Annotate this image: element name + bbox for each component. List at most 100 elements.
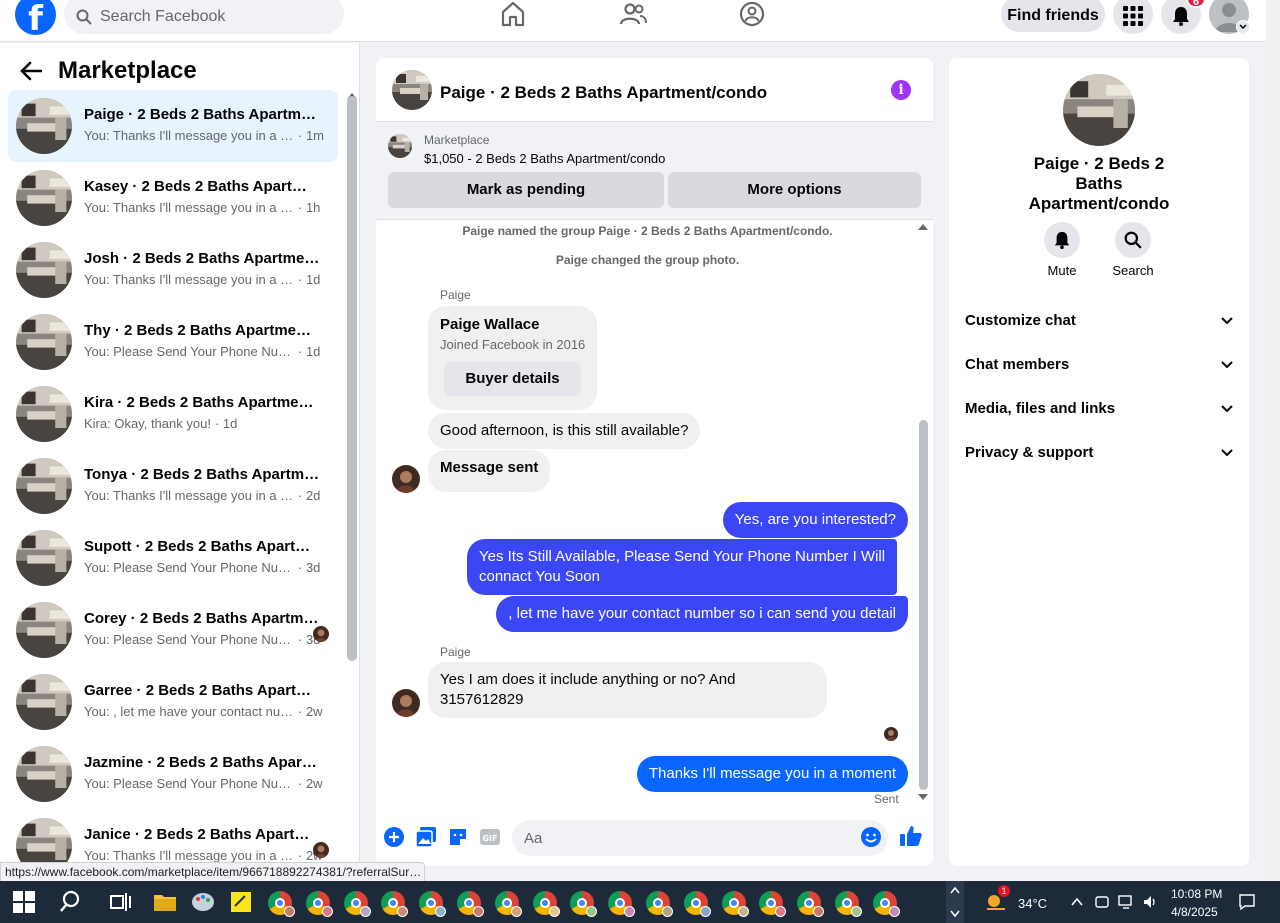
outgoing-message[interactable]: Thanks I'll message you in a moment xyxy=(636,756,908,792)
mark-as-pending-button[interactable]: Mark as pending xyxy=(388,172,664,208)
chrome-taskbar-icon[interactable] xyxy=(305,891,333,917)
meet-now-icon[interactable] xyxy=(1094,894,1110,910)
conversation-item[interactable]: Corey · 2 Beds 2 Baths Apartment/condo Yo… xyxy=(8,594,338,666)
outgoing-message[interactable]: Yes, are you interested? xyxy=(722,502,908,538)
buyer-profile-card: Paige Wallace Joined Facebook in 2016 Bu… xyxy=(428,306,597,410)
home-icon[interactable] xyxy=(499,0,527,28)
chrome-taskbar-icon[interactable] xyxy=(268,891,295,917)
chrome-taskbar-icon[interactable] xyxy=(419,891,447,917)
page-scrollbar[interactable] xyxy=(1266,0,1280,880)
chrome-taskbar-icon[interactable] xyxy=(532,891,560,917)
chrome-taskbar-icon[interactable] xyxy=(797,891,825,917)
sender-avatar[interactable] xyxy=(392,465,420,493)
chrome-taskbar-icon[interactable] xyxy=(570,891,598,917)
buyer-details-button[interactable]: Buyer details xyxy=(444,362,581,396)
notification-center-icon[interactable] xyxy=(1238,893,1256,911)
groups-icon[interactable] xyxy=(738,0,766,28)
chat-avatar[interactable] xyxy=(392,70,432,110)
chat-scroll-up-icon[interactable] xyxy=(918,224,928,230)
group-photo[interactable] xyxy=(1063,74,1135,146)
sidebar-header: Marketplace xyxy=(20,57,197,85)
chat-scrollbar[interactable] xyxy=(919,420,928,790)
conversation-item[interactable]: Thy · 2 Beds 2 Baths Apartment/condo You:… xyxy=(8,306,338,378)
chat-title[interactable]: Paige · 2 Beds 2 Baths Apartment/condo xyxy=(440,83,767,103)
chat-members-section[interactable]: Chat members xyxy=(965,356,1233,373)
chrome-taskbar-icon[interactable] xyxy=(721,891,749,917)
chrome-taskbar-icon[interactable] xyxy=(835,891,862,917)
sticky-notes-icon[interactable] xyxy=(228,889,254,915)
emoji-icon[interactable] xyxy=(860,826,882,848)
conversation-item[interactable]: Garree · 2 Beds 2 Baths Apartment/condo Y… xyxy=(8,666,338,738)
buyer-joined: Joined Facebook in 2016 xyxy=(440,337,586,352)
sidebar-scrollbar[interactable] xyxy=(347,96,357,661)
conversation-item[interactable]: Paige · 2 Beds 2 Baths Apartment/condo Yo… xyxy=(8,90,338,162)
conversation-item[interactable]: Supott · 2 Beds 2 Baths Apartment/condo Y… xyxy=(8,522,338,594)
gif-icon[interactable]: GIF xyxy=(479,826,501,848)
search-conversation-button[interactable]: Search xyxy=(1103,222,1163,278)
chrome-taskbar-icon[interactable] xyxy=(759,891,787,917)
conversation-item[interactable]: Kasey · 2 Beds 2 Baths Apartment/condo Yo… xyxy=(8,162,338,234)
listing-thumbnail[interactable] xyxy=(388,134,412,158)
info-icon[interactable]: i xyxy=(891,80,911,100)
mute-button[interactable]: Mute xyxy=(1032,222,1092,278)
account-chevron-icon[interactable] xyxy=(1236,20,1250,34)
temperature[interactable]: 34°C xyxy=(1018,896,1047,911)
clock-time[interactable]: 10:08 PM xyxy=(1171,887,1222,901)
photo-icon[interactable] xyxy=(415,826,437,848)
conversation-item[interactable]: Kira · 2 Beds 2 Baths Apartment/condo Kir… xyxy=(8,378,338,450)
conversation-item[interactable]: Josh · 2 Beds 2 Baths Apartment/condo You… xyxy=(8,234,338,306)
media-files-links-section[interactable]: Media, files and links xyxy=(965,400,1233,417)
incoming-message[interactable]: Message sent xyxy=(428,450,551,492)
chrome-taskbar-icon[interactable] xyxy=(457,891,484,917)
chat-scroll-down-icon[interactable] xyxy=(918,794,928,800)
conversation-snippet-row: Kira: Okay, thank you! · 1d xyxy=(84,416,328,431)
taskbar-scroll[interactable] xyxy=(946,881,964,923)
message-input[interactable] xyxy=(512,820,888,856)
customize-chat-section[interactable]: Customize chat xyxy=(965,312,1233,329)
chrome-taskbar-icon[interactable] xyxy=(683,891,711,917)
chrome-taskbar-icon[interactable] xyxy=(646,891,673,917)
menu-button[interactable] xyxy=(1113,0,1153,34)
chrome-taskbar-icon[interactable] xyxy=(343,891,371,917)
paint-app-icon[interactable] xyxy=(190,889,216,915)
seen-receipt-avatar xyxy=(884,727,898,741)
clock-date[interactable]: 4/8/2025 xyxy=(1171,905,1218,919)
search-facebook-box[interactable]: Search Facebook xyxy=(64,0,344,34)
sender-avatar[interactable] xyxy=(392,689,420,717)
chrome-taskbar-icon[interactable] xyxy=(608,891,636,917)
sticker-icon[interactable] xyxy=(447,826,469,848)
incoming-message[interactable]: Good afternoon, is this still available? xyxy=(428,413,701,449)
chevron-up-icon[interactable] xyxy=(1070,895,1084,909)
conversation-snippet-row: You: , let me have your contact number · … xyxy=(84,704,328,719)
chrome-taskbar-icon[interactable] xyxy=(494,891,522,917)
facebook-logo-icon[interactable]: f xyxy=(15,0,56,35)
file-explorer-icon[interactable] xyxy=(152,889,178,915)
incoming-message[interactable]: Yes I am does it include anything or no?… xyxy=(428,662,827,718)
task-view-icon[interactable] xyxy=(108,889,134,915)
chrome-taskbar-icon[interactable] xyxy=(381,891,409,917)
network-icon[interactable] xyxy=(1118,894,1136,910)
thumbs-up-icon[interactable] xyxy=(899,824,923,848)
chrome-taskbar-icon[interactable] xyxy=(872,891,900,917)
outgoing-message[interactable]: , let me have your contact number so i c… xyxy=(496,596,908,632)
conversation-item[interactable]: Tonya · 2 Beds 2 Baths Apartment/condo Yo… xyxy=(8,450,338,522)
privacy-support-section[interactable]: Privacy & support xyxy=(965,444,1233,461)
windows-start-icon[interactable] xyxy=(13,891,35,913)
chevron-down-icon xyxy=(1221,404,1233,412)
find-friends-button[interactable]: Find friends xyxy=(1001,0,1105,32)
back-arrow-icon[interactable] xyxy=(20,61,42,81)
conversation-snippet: You: Thanks I'll message you in a moment xyxy=(84,848,294,863)
conversation-title: Thy · 2 Beds 2 Baths Apartment/condo xyxy=(84,322,320,339)
chrome-profile-dot xyxy=(548,906,560,917)
conversation-item[interactable]: Jazmine · 2 Beds 2 Baths Apartment/condo… xyxy=(8,738,338,810)
svg-text:GIF: GIF xyxy=(482,834,497,843)
conversation-time: · 1d xyxy=(298,272,321,287)
friends-icon[interactable] xyxy=(619,0,647,28)
listing-price-title[interactable]: $1,050 - 2 Beds 2 Baths Apartment/condo xyxy=(424,151,665,166)
plus-circle-icon[interactable] xyxy=(383,826,405,848)
search-icon[interactable] xyxy=(60,889,86,915)
volume-icon[interactable] xyxy=(1142,894,1158,910)
outgoing-message[interactable]: Yes Its Still Available, Please Send You… xyxy=(467,539,898,595)
more-options-button[interactable]: More options xyxy=(668,172,921,208)
conversation-snippet-row: You: Thanks I'll message you in a moment… xyxy=(84,848,328,863)
